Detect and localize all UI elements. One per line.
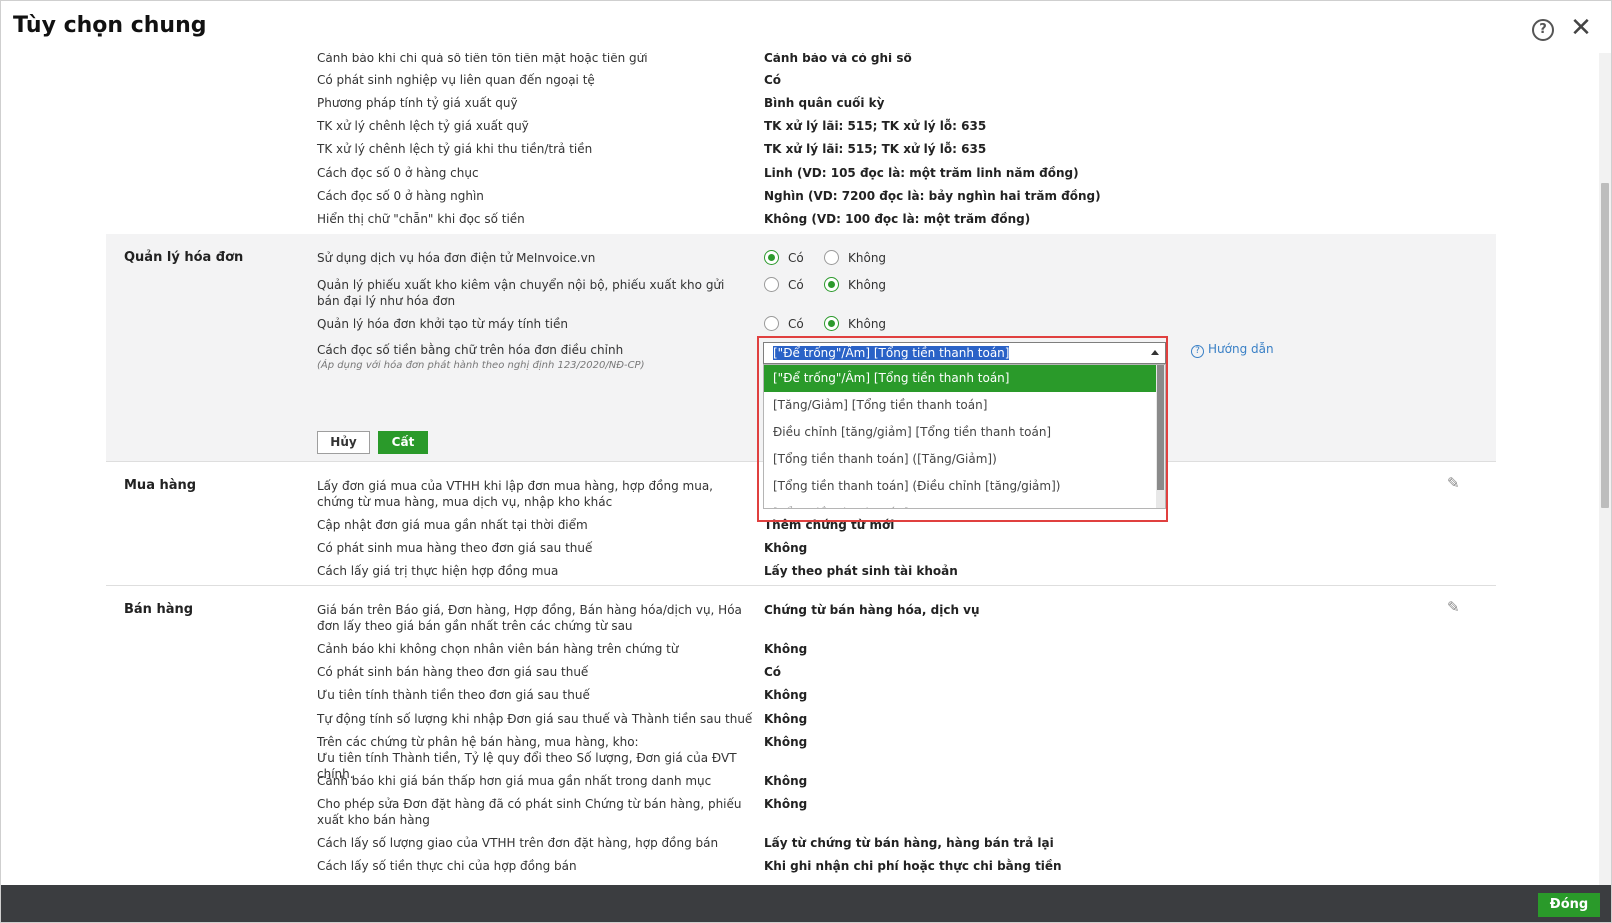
setting-label: Có phát sinh bán hàng theo đơn giá sau t… xyxy=(317,665,589,679)
setting-label: Hiển thị chữ "chẵn" khi đọc số tiền xyxy=(317,212,525,226)
adjust-label: Cách đọc số tiền bằng chữ trên hóa đơn đ… xyxy=(317,342,757,374)
setting-value: Không xyxy=(764,797,808,811)
close-dialog-button[interactable]: Đóng xyxy=(1538,893,1600,917)
dropdown-option[interactable]: [Tổng tiền thanh toán] xyxy=(764,500,1165,508)
setting-label: Cảnh báo khi giá bán thấp hơn giá mua gầ… xyxy=(317,774,712,788)
setting-label: Cách đọc số 0 ở hàng chục xyxy=(317,166,479,180)
setting-value: Khi ghi nhận chi phí hoặc thực chi bằng … xyxy=(764,859,1062,873)
caret-up-icon[interactable] xyxy=(1151,350,1159,355)
setting-value: Không (VD: 100 đọc là: một trăm đồng) xyxy=(764,212,1031,226)
dropdown-option[interactable]: [Tổng tiền thanh toán] ([Tăng/Giảm]) xyxy=(764,446,1165,473)
setting-label: Có phát sinh nghiệp vụ liên quan đến ngo… xyxy=(317,73,595,87)
setting-value: Không xyxy=(764,642,808,656)
dropdown-scrollbar[interactable] xyxy=(1156,365,1165,508)
help-icon[interactable]: ? xyxy=(1532,19,1554,41)
setting-label: Tự động tính số lượng khi nhập Đơn giá s… xyxy=(317,712,753,726)
close-icon[interactable]: ✕ xyxy=(1569,15,1593,41)
setting-label: Cảnh báo khi chi quá số tiền tồn tiền mặ… xyxy=(317,53,648,65)
setting-label: Ưu tiên tính thành tiền theo đơn giá sau… xyxy=(317,688,590,702)
setting-value: Cảnh báo và có ghi sổ xyxy=(764,53,912,65)
purchase-section-title: Mua hàng xyxy=(124,478,197,493)
radio-cashregister-no[interactable]: Không xyxy=(824,316,886,332)
main-scroll-thumb[interactable] xyxy=(1601,183,1609,508)
main-scrollbar[interactable] xyxy=(1599,53,1611,885)
setting-label: Phương pháp tính tỷ giá xuất quỹ xyxy=(317,96,518,110)
setting-value: TK xử lý lãi: 515; TK xử lý lỗ: 635 xyxy=(764,142,987,156)
cancel-button[interactable]: Hủy xyxy=(317,431,370,454)
scroll-content: Cảnh báo khi chi quá số tiền tồn tiền mặ… xyxy=(1,53,1599,885)
invoice-section-title: Quản lý hóa đơn xyxy=(124,250,244,265)
radio-meinvoice-no[interactable]: Không xyxy=(824,250,886,266)
setting-value: Chứng từ bán hàng hóa, dịch vụ xyxy=(764,603,980,617)
setting-value: Lấy theo phát sinh tài khoản xyxy=(764,564,958,578)
setting-label: TK xử lý chênh lệch tỷ giá khi thu tiền/… xyxy=(317,142,593,156)
setting-value: Có xyxy=(764,665,782,679)
setting-label: Cập nhật đơn giá mua gần nhất tại thời đ… xyxy=(317,518,588,532)
edit-sales-icon[interactable]: ✎ xyxy=(1447,598,1460,616)
setting-value: Không xyxy=(764,735,808,749)
setting-value: TK xử lý lãi: 515; TK xử lý lỗ: 635 xyxy=(764,119,987,133)
radio-warehouse-yes[interactable]: Có xyxy=(764,277,804,293)
setting-label: Lấy đơn giá mua của VTHH khi lập đơn mua… xyxy=(317,479,713,509)
setting-label: Quản lý hóa đơn khởi tạo từ máy tính tiề… xyxy=(317,317,569,331)
setting-value: Lấy từ chứng từ bán hàng, hàng bán trả l… xyxy=(764,836,1054,850)
dropdown-option[interactable]: [Tăng/Giảm] [Tổng tiền thanh toán] xyxy=(764,392,1165,419)
setting-label: Cách lấy số lượng giao của VTHH trên đơn… xyxy=(317,836,719,850)
setting-label: Có phát sinh mua hàng theo đơn giá sau t… xyxy=(317,541,593,555)
footer-bar: Đóng xyxy=(1,885,1611,922)
setting-value: Không xyxy=(764,774,808,788)
dropdown-scroll-thumb[interactable] xyxy=(1157,365,1164,490)
setting-label: Cho phép sửa Đơn đặt hàng đã có phát sin… xyxy=(317,797,742,827)
edit-purchase-icon[interactable]: ✎ xyxy=(1447,474,1460,492)
setting-value: Có xyxy=(764,73,782,87)
setting-value: Không xyxy=(764,541,808,555)
setting-label: Cảnh báo khi không chọn nhân viên bán hà… xyxy=(317,642,679,656)
setting-value: Linh (VD: 105 đọc là: một trăm linh năm … xyxy=(764,166,1079,180)
setting-value: Không xyxy=(764,712,808,726)
dropdown-option[interactable]: [Tổng tiền thanh toán] (Điều chỉnh [tăng… xyxy=(764,473,1165,500)
save-button[interactable]: Cất xyxy=(378,431,428,454)
dialog-title: Tùy chọn chung xyxy=(13,13,207,38)
setting-value: Bình quân cuối kỳ xyxy=(764,96,885,110)
dropdown-value: ["Để trống"/Âm] [Tổng tiền thanh toán] xyxy=(773,346,1010,360)
dropdown-option[interactable]: Điều chỉnh [tăng/giảm] [Tổng tiền thanh … xyxy=(764,419,1165,446)
setting-label: Giá bán trên Báo giá, Đơn hàng, Hợp đồng… xyxy=(317,603,742,633)
amount-reading-dropdown[interactable]: ["Để trống"/Âm] [Tổng tiền thanh toán] xyxy=(763,342,1166,364)
setting-label: Sử dụng dịch vụ hóa đơn điện tử MeInvoic… xyxy=(317,251,596,265)
setting-label: TK xử lý chênh lệch tỷ giá xuất quỹ xyxy=(317,119,529,133)
sales-section-title: Bán hàng xyxy=(124,602,194,617)
help-link[interactable]: ? Hướng dẫn xyxy=(1191,342,1274,358)
radio-cashregister-yes[interactable]: Có xyxy=(764,316,804,332)
setting-label: Cách lấy giá trị thực hiện hợp đồng mua xyxy=(317,564,559,578)
dropdown-list: ["Để trống"/Âm] [Tổng tiền thanh toán] [… xyxy=(763,364,1166,509)
title-bar: Tùy chọn chung ? ✕ xyxy=(1,1,1611,53)
setting-label: Cách lấy số tiền thực chi của hợp đồng b… xyxy=(317,859,577,873)
adjust-note: (Áp dụng với hóa đơn phát hành theo nghị… xyxy=(317,360,645,371)
radio-meinvoice-yes[interactable]: Có xyxy=(764,250,804,266)
setting-label: Cách đọc số 0 ở hàng nghìn xyxy=(317,189,484,203)
radio-warehouse-no[interactable]: Không xyxy=(824,277,886,293)
setting-label: Quản lý phiếu xuất kho kiêm vận chuyển n… xyxy=(317,278,725,308)
setting-value: Không xyxy=(764,688,808,702)
setting-value: Nghìn (VD: 7200 đọc là: bảy nghìn hai tr… xyxy=(764,189,1101,203)
dropdown-option[interactable]: ["Để trống"/Âm] [Tổng tiền thanh toán] xyxy=(764,365,1165,392)
question-icon: ? xyxy=(1191,345,1204,358)
options-dialog: Tùy chọn chung ? ✕ Cảnh báo khi chi quá … xyxy=(0,0,1612,923)
